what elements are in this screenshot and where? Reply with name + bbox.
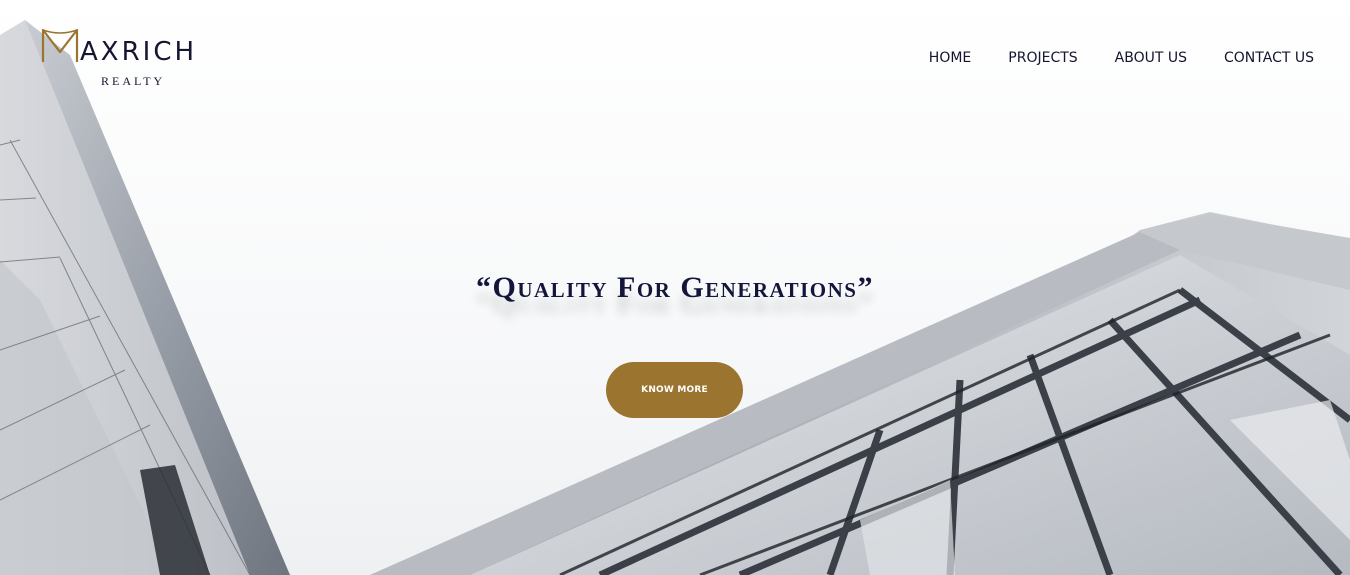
hero-headline: “Quality For Generations”: [476, 271, 874, 304]
hero-section: AXRICH REALTY HOME PROJECTS ABOUT US CON…: [0, 0, 1350, 575]
nav-item-projects[interactable]: PROJECTS: [1008, 48, 1077, 68]
know-more-button[interactable]: KNOW MORE: [606, 362, 743, 418]
nav-item-contact-us[interactable]: CONTACT US: [1224, 48, 1314, 68]
main-nav: HOME PROJECTS ABOUT US CONTACT US: [929, 48, 1314, 68]
brand-name: AXRICH: [80, 37, 198, 67]
brand-tagline: REALTY: [101, 74, 166, 88]
nav-item-about-us[interactable]: ABOUT US: [1115, 48, 1187, 68]
m-arch-logo-icon: [41, 28, 79, 62]
nav-item-home[interactable]: HOME: [929, 48, 971, 68]
brand-logo[interactable]: AXRICH REALTY: [40, 26, 240, 92]
